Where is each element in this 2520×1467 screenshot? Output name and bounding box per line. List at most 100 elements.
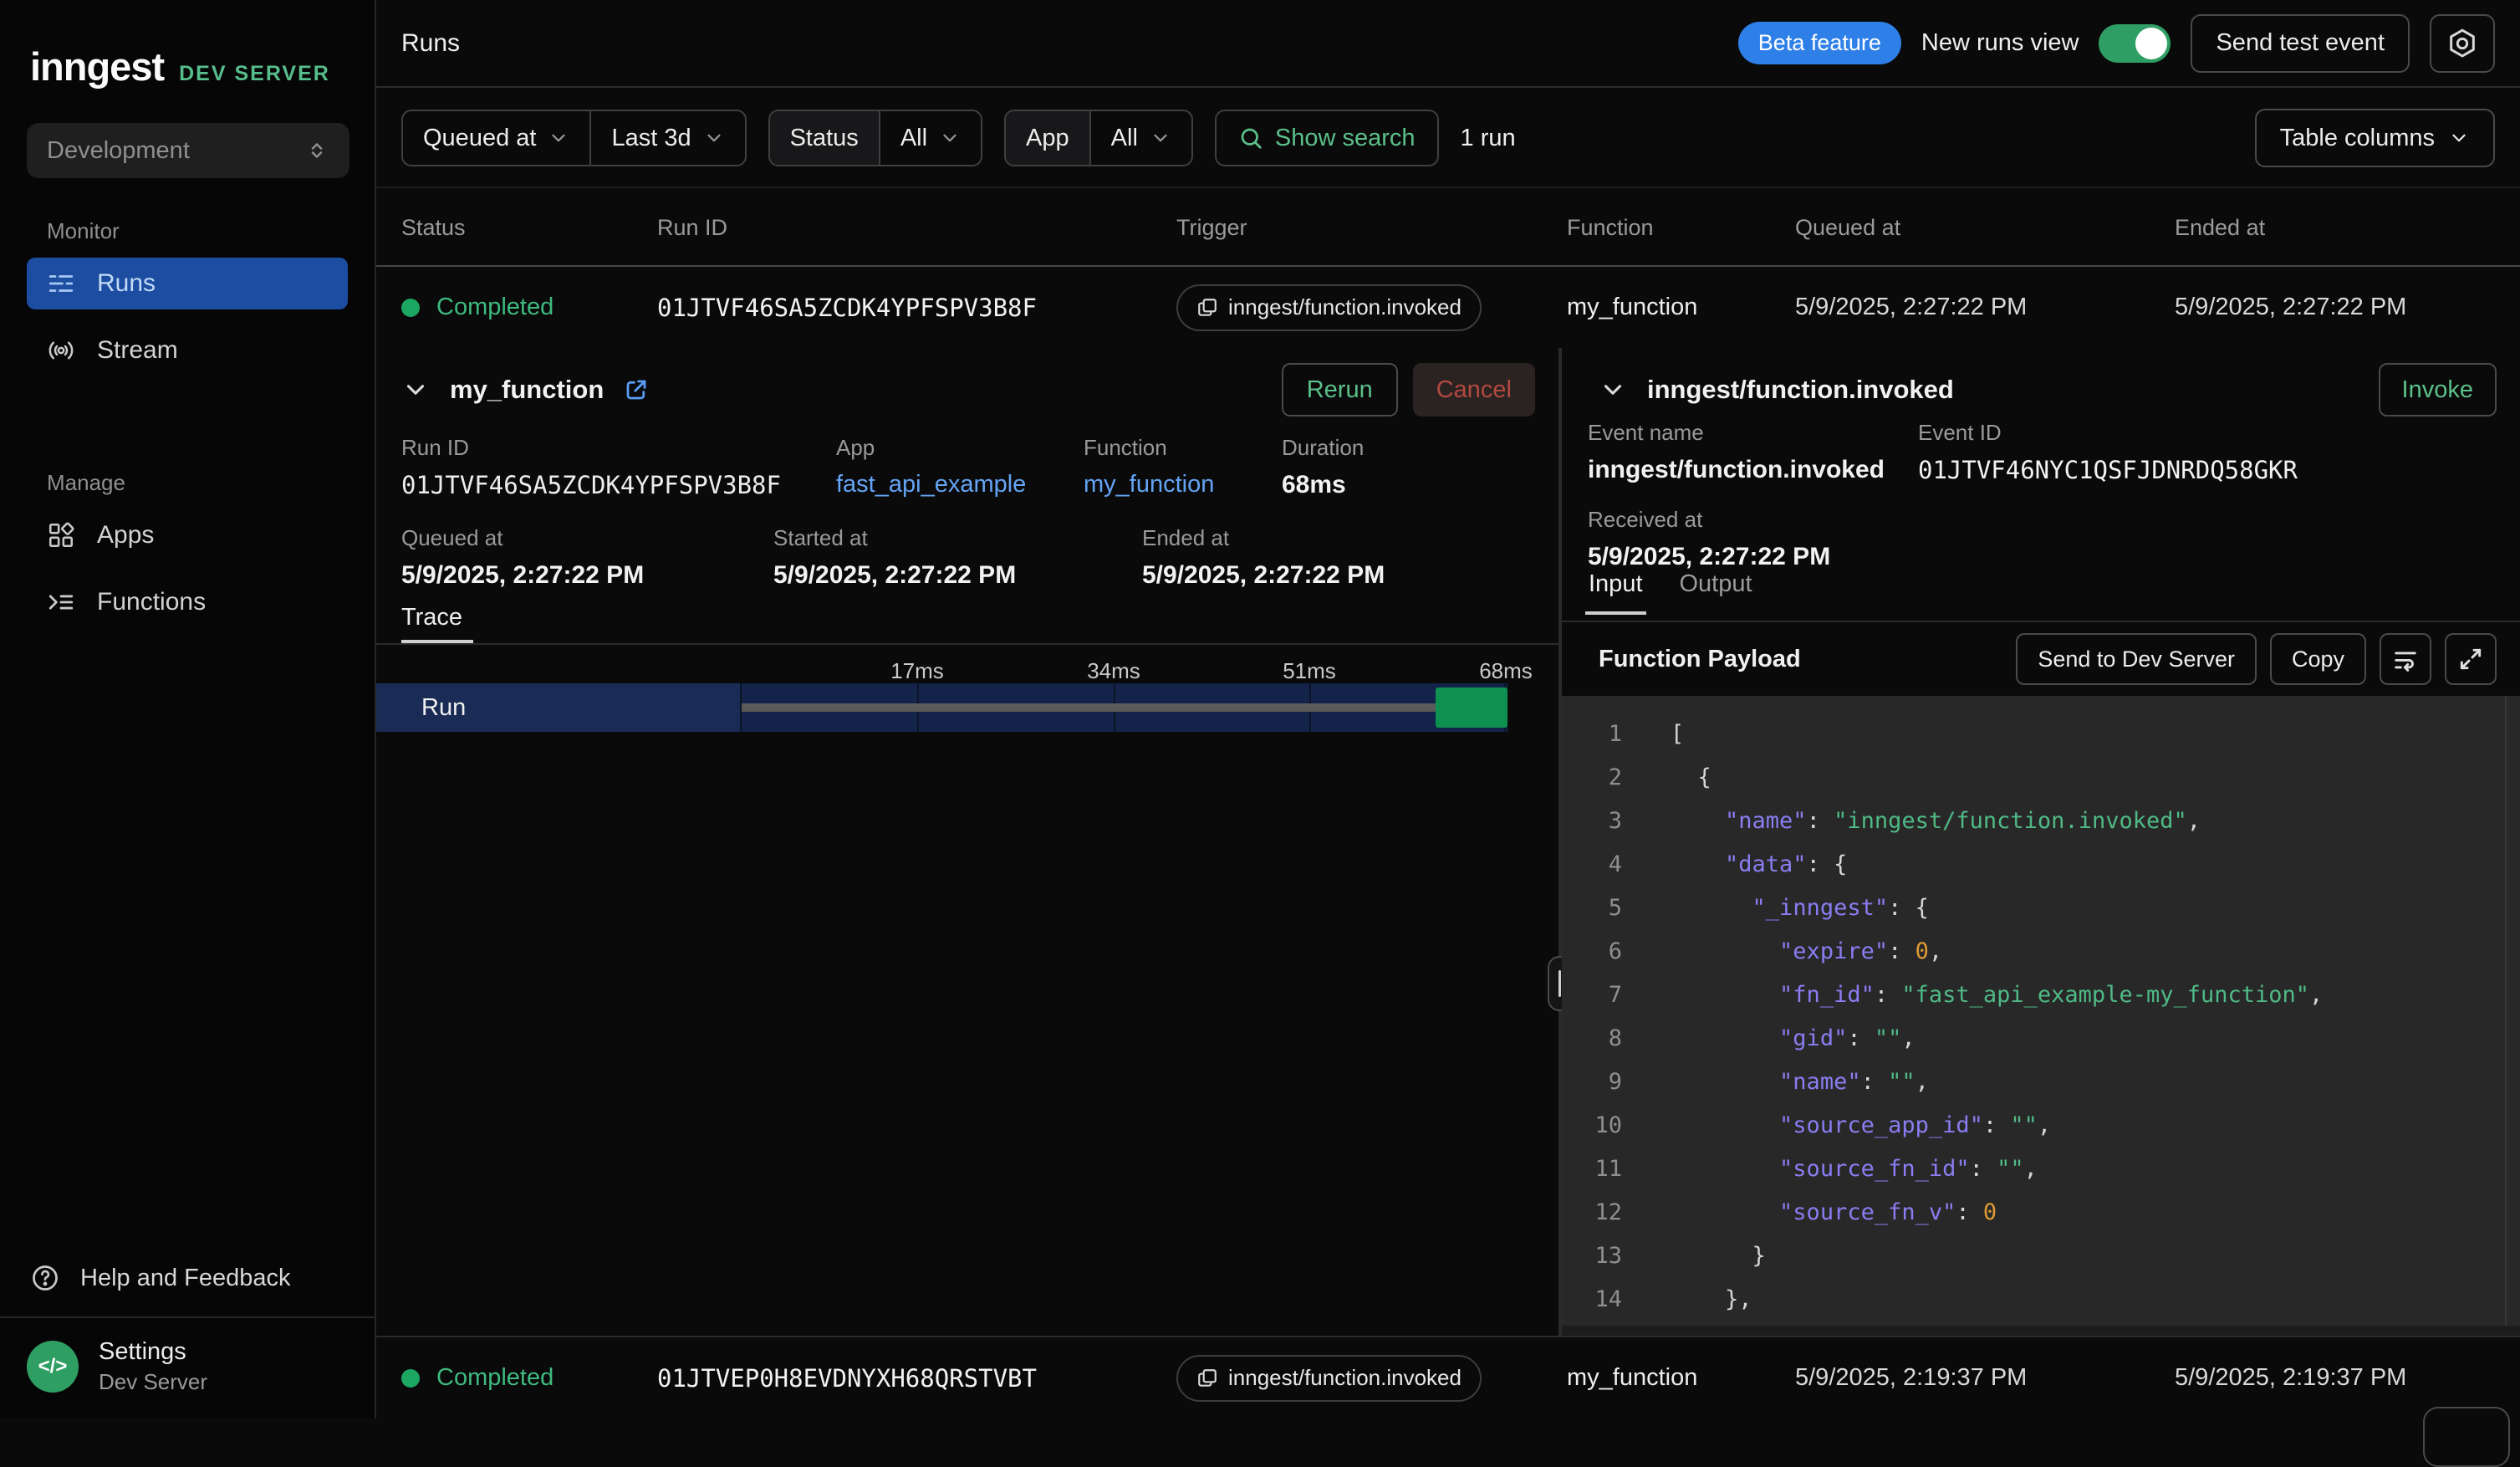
field-started-at: Started at 5/9/2025, 2:27:22 PM	[773, 525, 1016, 590]
line-number: 7	[1562, 974, 1622, 1017]
word-wrap-button[interactable]	[2380, 633, 2431, 685]
function-cell: my_function	[1567, 294, 1795, 321]
column-header-run-id: Run ID	[657, 215, 1176, 241]
table-row[interactable]: Completed 01JTVF46SA5ZCDK4YPFSPV3B8F inn…	[376, 267, 2520, 348]
help-and-feedback[interactable]: Help and Feedback	[0, 1240, 375, 1316]
timeline-tick: 34ms	[1087, 658, 1140, 684]
code-line: 1[	[1562, 713, 2520, 756]
peek-button-partial[interactable]	[2423, 1407, 2510, 1467]
field-duration: Duration 68ms	[1282, 435, 1364, 499]
copy-button[interactable]: Copy	[2270, 633, 2366, 685]
app-link[interactable]: fast_api_example	[836, 471, 1026, 498]
cancel-button[interactable]: Cancel	[1413, 363, 1535, 417]
tab-output[interactable]: Output	[1676, 570, 1756, 615]
sidebar-section-monitor: Monitor	[47, 218, 375, 244]
collapse-event-button[interactable]	[1599, 376, 1627, 404]
line-number: 4	[1562, 843, 1622, 887]
new-runs-view-toggle[interactable]	[2099, 24, 2171, 63]
functions-icon	[47, 588, 75, 616]
runs-icon	[47, 269, 75, 298]
environment-select[interactable]: Development	[27, 123, 349, 178]
completed-status-dot	[401, 1369, 420, 1388]
trigger-event-pill[interactable]: inngest/function.invoked	[1176, 284, 1482, 331]
run-detail-panel: my_function Rerun Cancel Run ID 01JTVF46…	[376, 348, 2520, 1336]
settings-item[interactable]: </> Settings Dev Server	[0, 1318, 375, 1418]
stream-icon	[47, 336, 75, 365]
column-header-status: Status	[401, 215, 657, 241]
chevron-down-icon	[1599, 376, 1627, 404]
field-queued-at: Queued at 5/9/2025, 2:27:22 PM	[401, 525, 644, 590]
table-columns-button[interactable]: Table columns	[2255, 109, 2495, 167]
ended-at-cell: 5/9/2025, 2:19:37 PM	[2175, 1364, 2520, 1392]
tab-input[interactable]: Input	[1585, 570, 1646, 615]
code-line: 10 "source_app_id": "",	[1562, 1104, 2520, 1148]
send-to-dev-server-button[interactable]: Send to Dev Server	[2016, 633, 2257, 685]
line-number: 9	[1562, 1061, 1622, 1104]
time-filter-group: Queued at Last 3d	[401, 110, 747, 166]
trace-run-row[interactable]: Run	[376, 683, 1507, 732]
app-filter-label: App	[1006, 111, 1089, 165]
inngest-logo: inngest	[30, 43, 164, 89]
field-event-name: Event name inngest/function.invoked	[1588, 420, 1885, 484]
trigger-event-pill[interactable]: inngest/function.invoked	[1176, 1355, 1482, 1402]
line-number: 12	[1562, 1191, 1622, 1234]
tab-trace[interactable]: Trace	[401, 604, 462, 631]
invoke-button[interactable]: Invoke	[2379, 363, 2497, 417]
column-header-ended-at: Ended at	[2175, 215, 2520, 241]
sidebar-item-functions[interactable]: Functions	[27, 576, 348, 628]
payload-code-editor[interactable]: 1[2 {3 "name": "inngest/function.invoked…	[1562, 696, 2520, 1336]
editor-gutter-line	[2505, 696, 2507, 1336]
table-row[interactable]: Completed 01JTVEP0H8EVDNYXH68QRSTVBT inn…	[376, 1336, 2520, 1418]
filter-bar: Queued at Last 3d Status All App All	[376, 89, 2520, 188]
status-label: Completed	[436, 1364, 553, 1392]
logo-row: inngest DEV SERVER	[0, 0, 375, 89]
status-filter-dropdown[interactable]: All	[879, 111, 981, 165]
chevron-down-icon	[703, 127, 725, 149]
sidebar-item-runs[interactable]: Runs	[27, 258, 348, 309]
column-header-queued-at: Queued at	[1795, 215, 2175, 241]
timeline-tick: 51ms	[1283, 658, 1336, 684]
line-number: 13	[1562, 1234, 1622, 1278]
function-link[interactable]: my_function	[1084, 471, 1214, 498]
status-cell: Completed	[401, 1364, 657, 1392]
dev-server-avatar: </>	[27, 1341, 79, 1393]
time-range-dropdown[interactable]: Last 3d	[589, 111, 744, 165]
rerun-button[interactable]: Rerun	[1282, 363, 1398, 417]
expand-payload-button[interactable]	[2445, 633, 2497, 685]
queued-at-cell: 5/9/2025, 2:27:22 PM	[1795, 294, 2175, 321]
horizontal-scrollbar[interactable]	[1562, 1326, 2520, 1336]
line-number: 5	[1562, 887, 1622, 930]
code-line: 5 "_inngest": {	[1562, 887, 2520, 930]
event-copy-icon	[1196, 297, 1218, 319]
search-icon	[1238, 125, 1263, 151]
event-pane: inngest/function.invoked Invoke Event na…	[1562, 348, 2520, 1336]
sidebar: inngest DEV SERVER Development Monitor R…	[0, 0, 376, 1418]
collapse-run-button[interactable]	[401, 376, 430, 404]
sidebar-item-apps[interactable]: Apps	[27, 509, 348, 561]
app-filter-dropdown[interactable]: All	[1089, 111, 1191, 165]
dev-server-badge: DEV SERVER	[179, 62, 330, 86]
code-line: 14 },	[1562, 1278, 2520, 1321]
apps-icon	[47, 521, 75, 549]
payload-title: Function Payload	[1599, 646, 1801, 673]
page-title: Runs	[401, 29, 460, 58]
show-search-button[interactable]: Show search	[1215, 110, 1439, 166]
settings-gear-button[interactable]	[2430, 14, 2495, 73]
external-link-icon[interactable]	[624, 377, 649, 402]
column-header-trigger: Trigger	[1176, 215, 1567, 241]
sidebar-item-stream[interactable]: Stream	[27, 325, 348, 376]
event-title: inngest/function.invoked	[1647, 375, 1954, 405]
help-icon	[30, 1263, 60, 1293]
sidebar-item-label: Apps	[97, 521, 154, 549]
code-line: 8 "gid": "",	[1562, 1017, 2520, 1061]
event-tabs: Input Output	[1585, 570, 1756, 615]
send-test-event-button[interactable]: Send test event	[2191, 14, 2410, 73]
chevrons-up-down-icon	[304, 138, 329, 163]
line-number: 1	[1562, 713, 1622, 756]
payload-toolbar: Function Payload Send to Dev Server Copy	[1562, 622, 2520, 696]
time-field-dropdown[interactable]: Queued at	[403, 111, 589, 165]
line-number: 14	[1562, 1278, 1622, 1321]
topbar: Runs Beta feature New runs view Send tes…	[376, 0, 2520, 88]
line-number: 8	[1562, 1017, 1622, 1061]
ended-at-cell: 5/9/2025, 2:27:22 PM	[2175, 294, 2520, 321]
